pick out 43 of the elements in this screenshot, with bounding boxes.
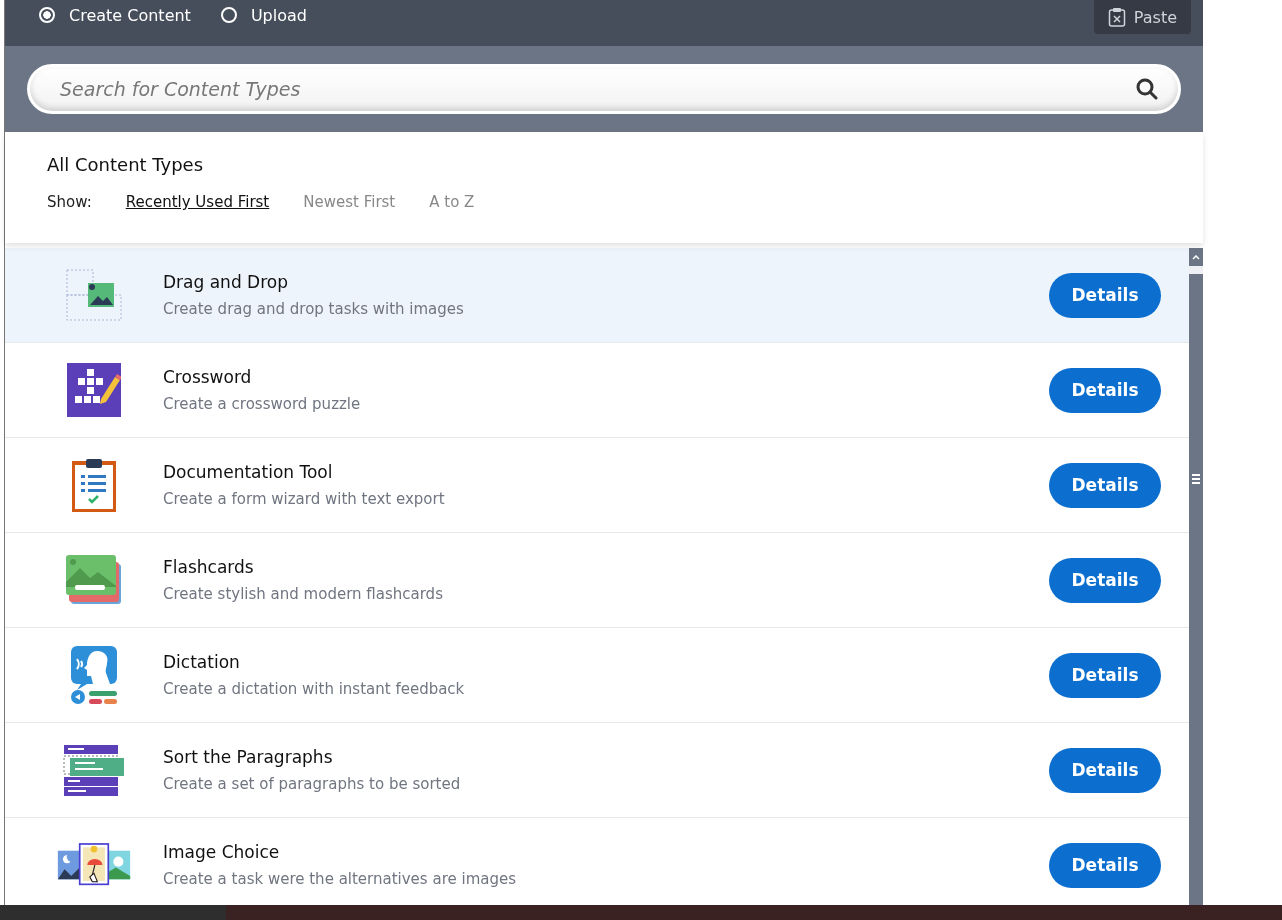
content-type-description: Create stylish and modern flashcards (163, 585, 444, 603)
content-type-description: Create drag and drop tasks with images (163, 300, 465, 318)
sort-option[interactable]: Newest First (303, 193, 396, 211)
sort-option[interactable]: Recently Used First (125, 193, 270, 211)
caret-up-icon (1192, 254, 1200, 260)
sort-option[interactable]: A to Z (429, 193, 475, 211)
content-type-title: Drag and Drop (163, 272, 289, 292)
flashcards-icon (65, 554, 123, 606)
mode-label[interactable]: Upload (250, 5, 307, 25)
content-type-row[interactable]: Drag and Drop Create drag and drop tasks with images Details (5, 248, 1189, 343)
details-button[interactable]: Details (1049, 272, 1161, 318)
details-button[interactable]: Details (1049, 652, 1161, 698)
paragraphs-icon (63, 744, 125, 796)
drag-and-drop-icon (66, 269, 122, 321)
details-button[interactable]: Details (1049, 367, 1161, 413)
content-type-title: Dictation (163, 652, 241, 672)
crossword-icon (67, 363, 121, 417)
paste-button[interactable]: Paste (1093, 0, 1191, 34)
scrollbar[interactable] (1189, 248, 1203, 905)
radio-button[interactable] (220, 7, 237, 23)
content-type-title: Documentation Tool (163, 462, 334, 482)
show-label: Show: (47, 193, 92, 211)
details-button[interactable]: Details (1049, 747, 1161, 793)
content-type-title: Image Choice (163, 842, 281, 862)
scroll-thumb[interactable] (1189, 266, 1203, 274)
clipboard-icon (72, 458, 116, 512)
search-field[interactable]: Search for Content Types (27, 64, 1181, 114)
details-button[interactable]: Details (1049, 557, 1161, 603)
content-type-title: Crossword (163, 367, 253, 387)
content-type-description: Create a task were the alternatives are images (163, 870, 517, 888)
mode-label[interactable]: Create Content (69, 5, 191, 25)
section-heading: All Content Types (47, 154, 205, 175)
radio-button[interactable] (39, 7, 55, 23)
details-button[interactable]: Details (1049, 462, 1161, 508)
content-type-title: Flashcards (163, 557, 255, 577)
clipboard-icon (1107, 7, 1126, 27)
content-type-description: Create a set of paragraphs to be sorted (163, 775, 462, 793)
content-type-title: Sort the Paragraphs (163, 747, 334, 767)
content-type-description: Create a crossword puzzle (163, 395, 362, 413)
content-type-description: Create a form wizard with text export (163, 490, 446, 508)
details-button[interactable]: Details (1049, 842, 1161, 888)
content-type-description: Create a dictation with instant feedback (163, 680, 466, 698)
search-icon (1136, 78, 1158, 100)
